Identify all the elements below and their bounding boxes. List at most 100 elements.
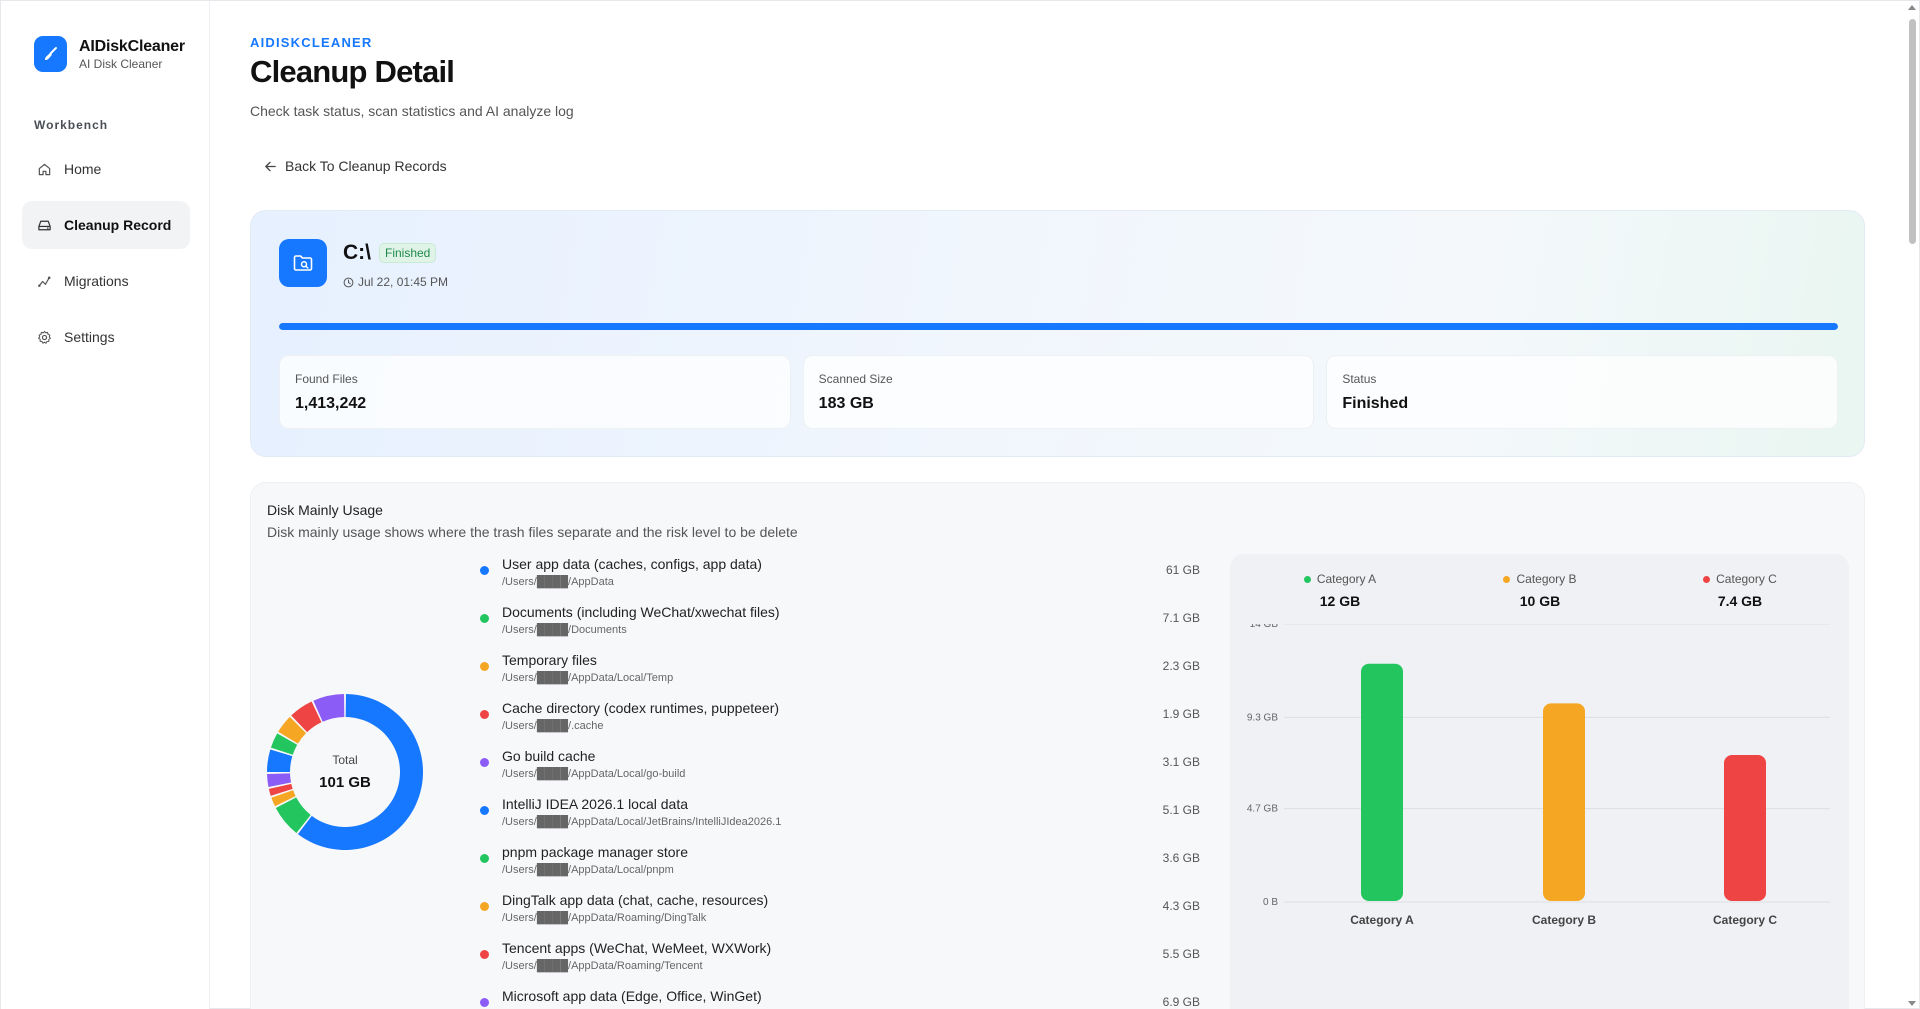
usage-item-size: 1.9 GB (1162, 707, 1200, 721)
arrow-left-icon (264, 160, 277, 173)
usage-item-path: /Users/████/AppData/Local/pnpm (502, 864, 674, 876)
usage-item-size: 3.1 GB (1162, 755, 1200, 769)
usage-item-name: Tencent apps (WeChat, WeMeet, WXWork) (502, 940, 772, 956)
category-bar-chart: Category A 12 GB Category B 10 GB Category C… (1230, 554, 1849, 1009)
brand-name: AIDiskCleaner (79, 37, 185, 55)
disk-usage-card: Disk Mainly Usage Disk mainly usage show… (250, 482, 1865, 1009)
usage-item-name: DingTalk app data (chat, cache, resource… (502, 892, 769, 908)
usage-list-item[interactable]: pnpm package manager store/Users/████/Ap… (480, 841, 1200, 889)
legend-dot (1303, 576, 1311, 583)
page-description: Check task status, scan statistics and A… (250, 103, 574, 119)
x-tick-label: Category C (1713, 913, 1777, 927)
usage-list-item[interactable]: Tencent apps (WeChat, WeMeet, WXWork) /Us… (480, 937, 1200, 985)
usage-item-path: /Users/████/AppData/Local/JetBrains/Inte… (502, 816, 782, 828)
usage-list-item[interactable]: Go build cache/Users/████/AppData/Local/… (480, 745, 1200, 793)
brand-subtitle: AI Disk Cleaner (79, 56, 163, 71)
stats-row: Found Files 1,413,242 Scanned Size 183 G… (279, 355, 1839, 429)
usage-list-item[interactable]: Microsoft app data (Edge, Office, WinGet… (480, 985, 1200, 1009)
usage-color-dot (480, 758, 489, 767)
bar-category-c[interactable] (1724, 755, 1766, 901)
donut-center: Total 101 GB (265, 692, 425, 852)
sidebar-item-migrations[interactable]: Migrations (22, 257, 190, 305)
stat-status: Status Finished (1326, 355, 1839, 429)
task-summary-card: C:\ Finished Jul 22, 01:45 PM Found File… (250, 210, 1865, 457)
y-tick-label: 0 B (1263, 897, 1278, 908)
x-tick-label: Category B (1532, 913, 1596, 927)
stat-found-files: Found Files 1,413,242 (279, 355, 791, 429)
status-badge: Finished (379, 243, 437, 263)
usage-item-name: pnpm package manager store (502, 844, 688, 860)
legend-value: 10 GB (1519, 593, 1561, 609)
usage-item-name: Documents (including WeChat/xwechat file… (502, 604, 780, 620)
scroll-up-arrow[interactable] (1908, 5, 1916, 10)
usage-list-item[interactable]: Temporary files/Users/████/AppData/Local… (480, 649, 1200, 697)
usage-item-size: 4.3 GB (1162, 899, 1200, 913)
usage-color-dot (480, 662, 489, 671)
migration-icon (36, 273, 52, 289)
usage-item-path: /Users/████/AppData/Local/Temp (502, 672, 674, 684)
usage-item-size: 5.1 GB (1162, 803, 1200, 817)
sidebar-item-settings[interactable]: Settings (22, 313, 190, 361)
legend-text: Category A (1316, 572, 1377, 586)
brand[interactable]: AIDiskCleaner AI Disk Cleaner (34, 36, 185, 72)
page-eyebrow: AIDISKCLEANER (250, 35, 373, 50)
sidebar-item-label: Cleanup Record (64, 217, 172, 233)
scan-progress-bar (279, 323, 1838, 330)
legend-label: Category B (1470, 572, 1610, 587)
scan-progress-fill (279, 323, 1838, 330)
legend-label: Category A (1270, 572, 1410, 587)
task-time-label: Jul 22, 01:45 PM (358, 275, 449, 289)
usage-list-item[interactable]: DingTalk app data (chat, cache, resource… (480, 889, 1200, 937)
app-window: AIDiskCleaner AI Disk Cleaner Workbench … (0, 0, 1920, 1009)
back-to-records-link[interactable]: Back To Cleanup Records (264, 158, 447, 174)
usage-list-item[interactable]: User app data (caches, configs, app data… (480, 553, 1200, 601)
usage-item-path: /Users/████/.cache (502, 720, 604, 732)
scroll-down-arrow[interactable] (1908, 1001, 1916, 1006)
vertical-scrollbar[interactable] (1905, 1, 1919, 1009)
usage-color-dot (480, 902, 489, 911)
legend-text: Category B (1516, 572, 1577, 586)
usage-item-name: Microsoft app data (Edge, Office, WinGet… (502, 988, 762, 1004)
drive-name: C:\ (343, 241, 371, 264)
donut-total-value: 101 GB (319, 774, 371, 791)
usage-color-dot (480, 806, 489, 815)
usage-list-item[interactable]: Cache directory (codex runtimes, puppete… (480, 697, 1200, 745)
usage-item-size: 2.3 GB (1162, 659, 1200, 673)
usage-item-path: /Users/████/AppData/Roaming/Tencent (502, 960, 703, 972)
legend-dot (1503, 576, 1511, 583)
usage-list-item[interactable]: Documents (including WeChat/xwechat file… (480, 601, 1200, 649)
folder-search-icon (279, 239, 327, 287)
sidebar-item-label: Migrations (64, 273, 129, 289)
stat-label: Scanned Size (818, 372, 893, 386)
sidebar-item-home[interactable]: Home (22, 145, 190, 193)
scroll-thumb[interactable] (1909, 19, 1916, 244)
usage-color-dot (480, 998, 489, 1007)
clock-icon (343, 277, 354, 288)
legend-item: Category A 12 GB (1270, 572, 1410, 609)
bar-category-b[interactable] (1543, 703, 1585, 901)
y-tick-label: 4.7 GB (1247, 804, 1278, 815)
nav-section-label: Workbench (34, 118, 109, 132)
y-tick-label: 9.3 GB (1247, 712, 1278, 723)
task-timestamp: Jul 22, 01:45 PM (343, 275, 448, 289)
legend-item: Category C 7.4 GB (1670, 572, 1810, 609)
usage-item-name: Cache directory (codex runtimes, puppete… (502, 700, 780, 716)
usage-item-path: /Users/████/Documents (502, 624, 627, 636)
sidebar-item-cleanup-record[interactable]: Cleanup Record (22, 201, 190, 249)
y-tick-label: 14 GB (1250, 624, 1279, 630)
legend-text: Category C (1716, 572, 1777, 586)
usage-item-path: /Users/████/AppData/Roaming/DingTalk (502, 912, 707, 924)
usage-item-name: Temporary files (502, 652, 597, 668)
legend-dot (1703, 576, 1711, 583)
usage-list-item[interactable]: IntelliJ IDEA 2026.1 local data/Users/██… (480, 793, 1200, 841)
sidebar: AIDiskCleaner AI Disk Cleaner Workbench … (1, 1, 210, 1009)
sidebar-item-label: Settings (64, 329, 115, 345)
stat-value: 183 GB (818, 395, 874, 412)
home-icon (36, 161, 52, 177)
usage-color-dot (480, 566, 489, 575)
bar-category-a[interactable] (1361, 663, 1403, 901)
legend-label: Category C (1670, 572, 1810, 587)
usage-item-name: User app data (caches, configs, app data… (502, 556, 762, 572)
legend-item: Category B 10 GB (1470, 572, 1610, 609)
page-title: Cleanup Detail (250, 54, 455, 89)
